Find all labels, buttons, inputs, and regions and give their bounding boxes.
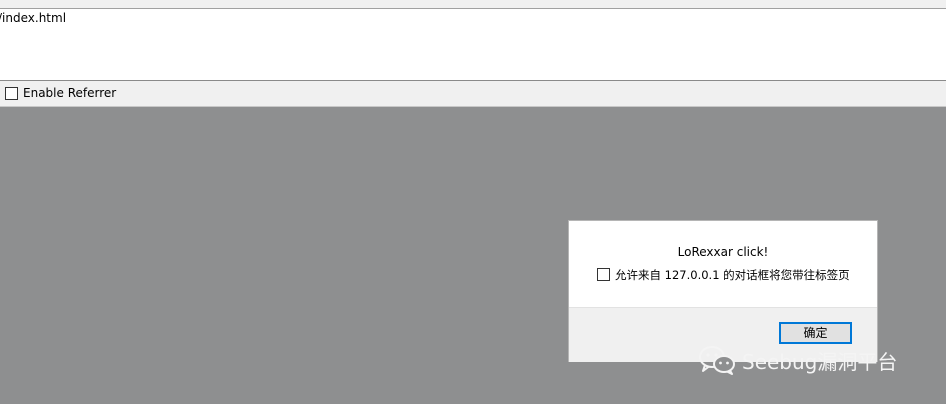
top-edge <box>0 0 946 9</box>
watermark: Seebug漏洞平台 <box>698 343 897 377</box>
enable-referrer-checkbox[interactable] <box>5 87 18 100</box>
wechat-icon <box>699 346 735 375</box>
alert-dialog: LoRexxar click! 允许来自 127.0.0.1 的对话框将您带往标… <box>568 220 878 362</box>
browser-window: /index.html Enable Referrer LoRexxar cli… <box>0 0 946 404</box>
dialog-permission-checkbox[interactable] <box>597 268 610 281</box>
dialog-permission-label[interactable]: 允许来自 127.0.0.1 的对话框将您带往标签页 <box>615 267 850 283</box>
watermark-text: Seebug漏洞平台 <box>742 349 898 374</box>
ok-button[interactable]: 确定 <box>779 322 852 344</box>
url-text-area[interactable]: /index.html <box>0 9 946 81</box>
url-text: /index.html <box>0 11 67 25</box>
options-bar: Enable Referrer <box>0 81 946 107</box>
dialog-message: LoRexxar click! <box>677 245 769 259</box>
enable-referrer-label[interactable]: Enable Referrer <box>23 86 116 100</box>
